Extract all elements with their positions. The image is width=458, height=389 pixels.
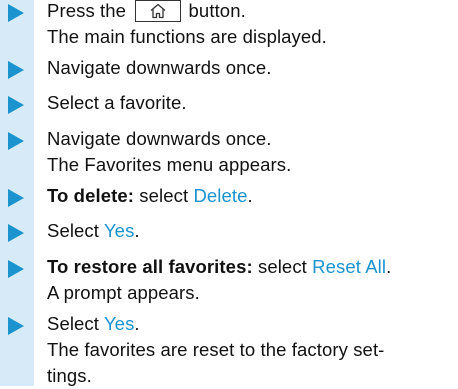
step-4-instruction: Navigate downwards once. xyxy=(47,128,272,149)
bullet-arrow-icon xyxy=(8,224,24,242)
step-7-period: . xyxy=(386,256,392,277)
home-button-key xyxy=(135,0,182,22)
instruction-page: Press the button. The main functions are… xyxy=(0,0,458,386)
step-1-result: The main functions are displayed. xyxy=(47,26,327,47)
bullet-arrow-icon xyxy=(8,61,24,79)
step-1-text-end: button. xyxy=(188,0,246,21)
bullet-arrow-icon xyxy=(8,96,24,114)
step-7-instruction: To restore all favorites: select Reset A… xyxy=(47,254,391,280)
step-1-text-start: Press the xyxy=(47,0,127,21)
menu-item-reset-all: Reset All xyxy=(312,256,387,277)
step-6-instruction: Select Yes. xyxy=(47,218,140,244)
step-6-text: Select xyxy=(47,220,100,241)
step-3-instruction: Select a favorite. xyxy=(47,92,187,113)
step-8-text: Select xyxy=(47,313,100,334)
step-7-heading: To restore all favorites: xyxy=(47,256,253,277)
step-5-period: . xyxy=(247,185,253,206)
step-8-result-line-1: The favorites are reset to the factory s… xyxy=(47,339,385,360)
home-icon xyxy=(150,3,166,19)
step-5-heading: To delete: xyxy=(47,185,134,206)
step-8-period: . xyxy=(134,313,140,334)
step-6-period: . xyxy=(134,220,140,241)
step-8-instruction: Select Yes. xyxy=(47,311,140,337)
bullet-arrow-icon xyxy=(8,189,24,207)
step-5-instruction: To delete: select Delete. xyxy=(47,183,253,209)
step-1-instruction: Press the button. xyxy=(47,0,246,24)
step-7-result: A prompt appears. xyxy=(47,282,200,303)
step-4-result: The Favorites menu appears. xyxy=(47,154,292,175)
step-5-text: select xyxy=(139,185,189,206)
bullet-arrow-icon xyxy=(8,260,24,278)
bullet-arrow-icon xyxy=(8,132,24,150)
step-2-instruction: Navigate downwards once. xyxy=(47,57,272,78)
menu-item-yes: Yes xyxy=(103,220,135,241)
step-7-text: select xyxy=(257,256,307,277)
menu-item-delete: Delete xyxy=(193,185,248,206)
step-8-result-line-2: tings. xyxy=(47,365,92,386)
bullet-arrow-icon xyxy=(8,4,24,22)
bullet-arrow-icon xyxy=(8,317,24,335)
menu-item-yes: Yes xyxy=(103,313,135,334)
